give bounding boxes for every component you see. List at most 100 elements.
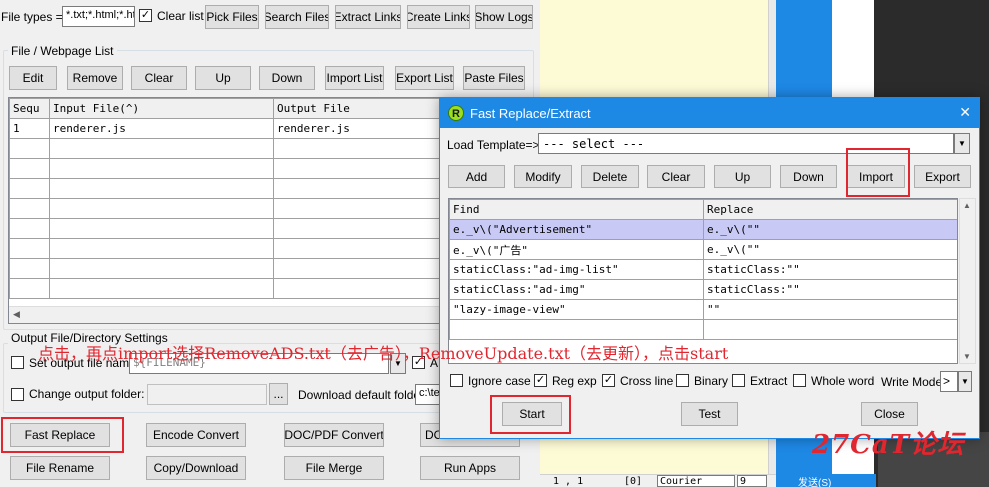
table-row[interactable] <box>449 319 957 340</box>
table-row[interactable]: e._v\("Advertisement" e._v\("" <box>449 219 957 240</box>
create-links-button[interactable]: Create Links <box>407 5 470 29</box>
write-mode-label-text: Write Mode <box>881 375 943 389</box>
show-logs-button[interactable]: Show Logs <box>475 5 533 29</box>
table-row[interactable] <box>9 158 447 179</box>
extract-checkbox[interactable] <box>732 374 745 387</box>
binary-label: Binary <box>694 374 729 388</box>
up-button[interactable]: Up <box>714 165 771 188</box>
table-row[interactable] <box>9 198 447 219</box>
copy-download-button[interactable]: Copy/Download <box>146 456 246 480</box>
extract-label: Extract <box>750 374 788 388</box>
browse-folder-button[interactable]: ... <box>269 383 288 405</box>
horizontal-scrollbar[interactable]: ◀ <box>9 306 447 323</box>
row-replace: e._v\("" <box>703 219 957 240</box>
scroll-left-icon[interactable]: ◀ <box>13 309 20 320</box>
download-folder-label: Download default folder: <box>298 388 428 402</box>
cursor-position: 1 , 1 <box>553 476 584 487</box>
table-row[interactable]: staticClass:"ad-img" staticClass:"" <box>449 279 957 300</box>
file-types-input[interactable]: *.txt;*.html;*.ht <box>62 6 135 27</box>
write-mode-select[interactable]: > <box>940 371 958 392</box>
table-row[interactable]: e._v\("广告" e._v\("" <box>449 239 957 260</box>
column-header-seq[interactable]: Sequ <box>9 98 50 119</box>
ignore-case-checkbox[interactable] <box>450 374 463 387</box>
table-row[interactable] <box>9 178 447 199</box>
file-list-group-label: File / Webpage List <box>8 44 117 58</box>
file-merge-button[interactable]: File Merge <box>284 456 384 480</box>
table-row[interactable]: 1 renderer.js renderer.js <box>9 118 447 139</box>
row-find: e._v\("广告" <box>449 239 704 260</box>
ignore-case-label: Ignore case <box>468 374 531 388</box>
reg-exp-checkbox[interactable]: ✓ <box>534 374 547 387</box>
column-header-output[interactable]: Output File <box>273 98 447 119</box>
import-list-button[interactable]: Import List <box>325 66 384 90</box>
row-find: e._v\("Advertisement" <box>449 219 704 240</box>
forum-watermark: 27CaT论坛 <box>812 430 965 460</box>
test-button[interactable]: Test <box>681 402 738 426</box>
table-row[interactable] <box>9 238 447 259</box>
pick-files-button[interactable]: Pick Files <box>205 5 259 29</box>
dialog-titlebar: R Fast Replace/Extract ✕ <box>440 98 979 128</box>
instruction-annotation: 点击，再点import选择RemoveADS.txt（去广告），RemoveUp… <box>38 344 729 363</box>
export-button[interactable]: Export <box>914 165 971 188</box>
encode-convert-button[interactable]: Encode Convert <box>146 423 246 447</box>
fast-replace-highlight <box>1 417 124 453</box>
start-highlight <box>490 395 571 434</box>
output-folder-input[interactable] <box>147 384 267 405</box>
row-find: staticClass:"ad-img-list" <box>449 259 704 280</box>
extract-links-button[interactable]: Extract Links <box>335 5 401 29</box>
change-output-folder-checkbox[interactable] <box>11 388 24 401</box>
app-icon: R <box>448 105 464 121</box>
down-button[interactable]: Down <box>780 165 837 188</box>
paste-files-button[interactable]: Paste Files <box>463 66 525 90</box>
fast-replace-dialog: R Fast Replace/Extract ✕ Load Template=>… <box>439 97 980 439</box>
file-list-table[interactable]: Sequ Input File(^) Output File 1 rendere… <box>8 97 448 324</box>
chevron-down-icon[interactable]: ▼ <box>954 133 970 154</box>
dialog-title: Fast Replace/Extract <box>470 106 591 121</box>
file-rename-button[interactable]: File Rename <box>10 456 110 480</box>
column-header-input[interactable]: Input File(^) <box>49 98 274 119</box>
table-row[interactable]: "lazy-image-view" "" <box>449 299 957 320</box>
font-size-select[interactable]: 9 <box>737 475 767 487</box>
row-replace: "" <box>703 299 957 320</box>
chevron-down-icon[interactable]: ▼ <box>958 371 972 392</box>
index-indicator: [0] <box>624 476 643 487</box>
modify-button[interactable]: Modify <box>514 165 572 188</box>
export-list-button[interactable]: Export List <box>395 66 454 90</box>
whole-word-label: Whole word <box>811 374 875 388</box>
column-header-replace[interactable]: Replace <box>703 199 957 220</box>
scroll-down-icon[interactable]: ▼ <box>963 352 971 361</box>
clear-button[interactable]: Clear <box>647 165 705 188</box>
table-row[interactable] <box>9 278 447 299</box>
remove-button[interactable]: Remove <box>67 66 123 90</box>
clear-list-label: Clear list <box>157 9 204 23</box>
table-row[interactable] <box>9 218 447 239</box>
table-row[interactable] <box>9 138 447 159</box>
run-apps-button[interactable]: Run Apps <box>420 456 520 480</box>
table-row[interactable]: staticClass:"ad-img-list" staticClass:"" <box>449 259 957 280</box>
edit-button[interactable]: Edit <box>9 66 57 90</box>
table-row[interactable] <box>9 258 447 279</box>
close-button[interactable]: Close <box>861 402 918 426</box>
send-button[interactable]: 发送(S) <box>788 474 876 487</box>
close-icon[interactable]: ✕ <box>959 104 971 121</box>
clear-list-checkbox[interactable]: ✓ <box>139 9 152 22</box>
add-button[interactable]: Add <box>448 165 505 188</box>
up-button[interactable]: Up <box>195 66 251 90</box>
row-seq: 1 <box>9 118 50 139</box>
binary-checkbox[interactable] <box>676 374 689 387</box>
down-button[interactable]: Down <box>259 66 315 90</box>
vertical-scrollbar[interactable]: ▲ ▼ <box>959 198 976 364</box>
search-files-button[interactable]: Search Files <box>265 5 329 29</box>
doc-pdf-convert-button[interactable]: DOC/PDF Convert <box>284 423 384 447</box>
cross-line-checkbox[interactable]: ✓ <box>602 374 615 387</box>
delete-button[interactable]: Delete <box>581 165 639 188</box>
scroll-up-icon[interactable]: ▲ <box>963 201 971 210</box>
whole-word-checkbox[interactable] <box>793 374 806 387</box>
clear-button[interactable]: Clear <box>131 66 187 90</box>
row-replace: e._v\("" <box>703 239 957 260</box>
cross-line-label: Cross line <box>620 374 674 388</box>
set-output-name-checkbox[interactable] <box>11 356 24 369</box>
column-header-find[interactable]: Find <box>449 199 704 220</box>
font-select[interactable]: Courier <box>657 475 735 487</box>
reg-exp-label: Reg exp <box>552 374 597 388</box>
